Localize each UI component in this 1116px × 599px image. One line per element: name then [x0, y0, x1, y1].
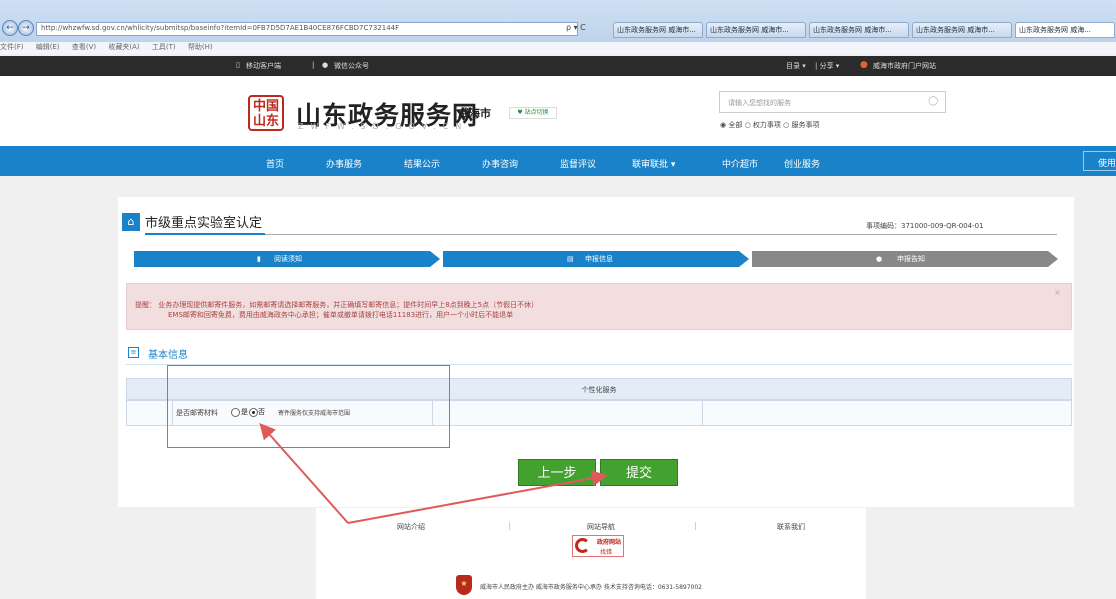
- nav-joint-approval[interactable]: 联审联批 ▾: [632, 157, 675, 170]
- radio-power-icon[interactable]: ○: [745, 121, 751, 129]
- party-emblem-icon: ★: [456, 575, 472, 595]
- city-name: 威海市: [458, 107, 491, 120]
- address-bar[interactable]: http://whzwfw.sd.gov.cn/whlicity/submits…: [36, 22, 578, 36]
- site-header: [0, 76, 1116, 146]
- browser-tab[interactable]: 山东政务服务网 威海市...: [809, 22, 909, 38]
- wechat-icon: ●: [322, 61, 329, 69]
- browser-tab[interactable]: 山东政务服务网 威海市...: [613, 22, 703, 38]
- title-underline: [145, 233, 265, 235]
- menu-favorites[interactable]: 收藏夹(A): [108, 43, 139, 51]
- browser-tab[interactable]: 山东政务服务网 威海市...: [912, 22, 1012, 38]
- site-subtitle: ZWFW.SD.GOV.CN: [298, 122, 469, 131]
- footer-separator: |: [508, 521, 511, 530]
- form-icon: ▤: [567, 255, 574, 263]
- step-arrow: [1048, 251, 1058, 267]
- step-arrow: [430, 251, 440, 267]
- notice-line-2: EMS邮寄和回寄免费，费用由威海政务中心承担；催单或撤单请拨打电话11183进行…: [168, 311, 514, 319]
- content-card: [118, 197, 1074, 507]
- mobile-icon: ▯: [236, 61, 240, 69]
- nav-consult[interactable]: 办事咨询: [482, 157, 518, 170]
- browser-tab-active[interactable]: 山东政务服务网 威海...: [1015, 22, 1115, 38]
- nav-startup[interactable]: 创业服务: [784, 157, 820, 170]
- browser-tab[interactable]: 山东政务服务网 威海市...: [706, 22, 806, 38]
- site-logo[interactable]: 中国 山东: [248, 95, 284, 131]
- step-label: 阅读须知: [274, 255, 302, 263]
- browser-menubar: 文件(F) 编辑(E) 查看(V) 收藏夹(A) 工具(T) 帮助(H): [0, 42, 1116, 54]
- step-label: 申报告知: [897, 255, 925, 263]
- info-icon: ●: [876, 255, 883, 263]
- login-menu[interactable]: 目录 ▾: [786, 61, 806, 71]
- item-code: 事项编码：371000-009-QR-004-01: [866, 222, 984, 230]
- search-scope-radios: ◉ 全部 ○ 权力事项 ○ 服务事项: [720, 120, 820, 130]
- table-divider: [702, 400, 703, 426]
- share-menu[interactable]: | 分享 ▾: [815, 61, 839, 71]
- site-switch-button[interactable]: ♥ 站点切换: [509, 107, 557, 119]
- menu-help[interactable]: 帮助(H): [188, 43, 213, 51]
- submit-button[interactable]: 提交: [600, 459, 678, 486]
- magnifier-icon: [575, 538, 590, 553]
- radio-service-icon[interactable]: ○: [783, 121, 789, 129]
- step-apply-result: ● 申报告知: [752, 251, 1048, 267]
- menu-view[interactable]: 查看(V): [72, 43, 96, 51]
- notice-line-1: 提醒： 业务办理现提供邮寄件服务，如需邮寄请选择邮寄服务，并正确填写邮寄信息；提…: [135, 301, 539, 309]
- doc-icon: ▮: [257, 255, 261, 263]
- forward-icon[interactable]: →: [18, 20, 34, 36]
- step-apply-info: ▤ 申报信息: [443, 251, 739, 267]
- mobile-client-link[interactable]: 移动客户端: [246, 61, 281, 71]
- portal-link[interactable]: 威海市政府门户网站: [873, 61, 936, 71]
- address-search-refresh-icon[interactable]: ρ ▾ C: [566, 23, 586, 32]
- radio-service-label: 服务事项: [791, 121, 820, 129]
- radio-power-label: 权力事项: [752, 121, 781, 129]
- radio-all-label: 全部: [728, 121, 743, 129]
- menu-edit[interactable]: 编辑(E): [36, 43, 60, 51]
- nav-agency-market[interactable]: 中介超市: [722, 157, 758, 170]
- search-icon[interactable]: ○: [928, 93, 938, 107]
- menu-file[interactable]: 文件(F): [0, 43, 24, 51]
- nav-services[interactable]: 办事服务: [326, 157, 362, 170]
- section-title: 基本信息: [148, 350, 188, 361]
- page-title: 市级重点实验室认定: [145, 216, 263, 231]
- annotation-box: [167, 365, 450, 448]
- step-label: 申报信息: [585, 255, 613, 263]
- step-arrow: [739, 251, 749, 267]
- home-icon: ⌂: [122, 213, 140, 231]
- step-read-notice: ▮ 阅读须知: [134, 251, 430, 267]
- list-icon: ≡: [128, 347, 139, 358]
- portal-icon: ●: [860, 60, 868, 70]
- menu-tools[interactable]: 工具(T): [152, 43, 176, 51]
- nav-home[interactable]: 首页: [266, 157, 284, 170]
- notice-alert: 提醒： 业务办理现提供邮寄件服务，如需邮寄请选择邮寄服务，并正确填写邮寄信息；提…: [126, 283, 1072, 330]
- browser-nav-buttons: ← →: [2, 20, 34, 38]
- radio-all-icon[interactable]: ◉: [720, 121, 726, 129]
- main-nav: [0, 146, 1116, 176]
- wechat-link[interactable]: 微信公众号: [334, 61, 369, 71]
- title-divider: [145, 234, 1057, 235]
- prev-step-button[interactable]: 上一步: [518, 459, 596, 486]
- footer-copyright: 威海市人民政府主办 威海市政务服务中心承办 技术支持咨询电话：0631-5897…: [480, 584, 702, 591]
- site-topbar: ▯ 移动客户端 | ● 微信公众号 目录 ▾ | 分享 ▾ ● 威海市政府门户网…: [0, 56, 1116, 76]
- badge-text: 找错: [600, 549, 613, 556]
- footer-link-sitemap[interactable]: 网站导航: [587, 522, 615, 532]
- search-input[interactable]: 请输入您想找的服务: [719, 91, 946, 113]
- use-button[interactable]: 使用: [1083, 151, 1116, 171]
- topbar-separator: |: [312, 61, 315, 69]
- footer-separator: |: [694, 521, 697, 530]
- footer-link-contact[interactable]: 联系我们: [777, 522, 805, 532]
- nav-results[interactable]: 结果公示: [404, 157, 440, 170]
- close-icon[interactable]: ×: [1054, 288, 1061, 297]
- back-icon[interactable]: ←: [2, 20, 18, 36]
- footer-link-about[interactable]: 网站介绍: [397, 522, 425, 532]
- badge-text: 政府网站: [597, 539, 622, 546]
- nav-supervise[interactable]: 监督评议: [560, 157, 596, 170]
